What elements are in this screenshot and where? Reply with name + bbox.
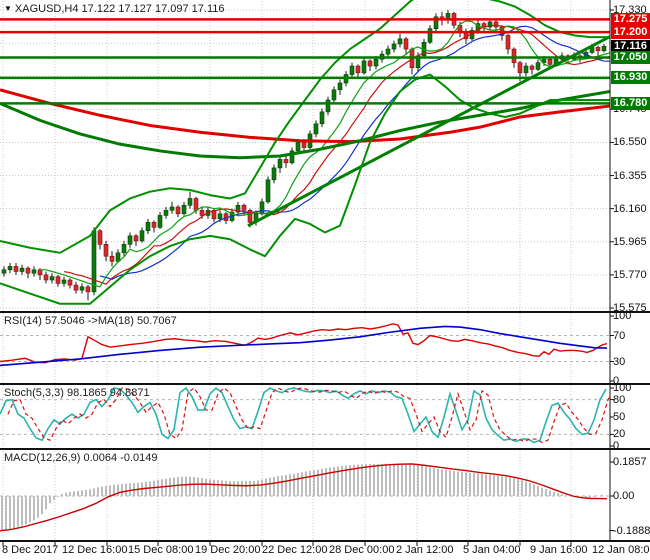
price-axis-tick: 15.965 (613, 235, 647, 248)
stoch-axis-tick: 80 (613, 393, 626, 406)
time-axis-label: 15 Dec 08:00 (128, 544, 194, 556)
ma-slow-red (0, 88, 610, 144)
macd-signal (0, 463, 608, 532)
time-axis-label: 19 Dec 20:00 (195, 544, 261, 556)
bollinger-upper (0, 0, 610, 254)
stoch-axis-tick: 0 (613, 440, 620, 452)
time-axis-label: 12 Dec 16:00 (62, 544, 128, 556)
support-resistance-lines (0, 18, 610, 105)
time-axis-label: 9 Jan 16:00 (530, 544, 588, 556)
chart-title: XAGUSD,H4 17.122 17.127 17.097 17.116 (14, 3, 225, 15)
chart-window: ▼ XAGUSD,H4 17.122 17.127 17.097 17.116 R… (0, 0, 650, 560)
time-axis-label: 22 Dec 12:00 (262, 544, 328, 556)
panel-separator[interactable] (0, 311, 650, 313)
macd-axis-tick: -0.1888 (613, 524, 650, 537)
price-badge-resistance: 17.275 (611, 12, 650, 26)
price-axis-tick: 15.770 (613, 268, 647, 281)
rsi-indicator-label: RSI(14) 57.5046 ->MA(18) 50.7067 (4, 315, 177, 327)
price-axis-tick: 16.160 (613, 202, 647, 215)
panel-separator[interactable] (0, 383, 650, 385)
stoch-axis-tick: 100 (613, 382, 632, 394)
macd-axis-tick: 0.1857 (613, 456, 647, 469)
panel-separator[interactable] (0, 540, 650, 542)
panel-separator[interactable] (0, 448, 650, 450)
price-badge-support: 17.050 (611, 51, 650, 65)
stoch-axis-tick: 50 (613, 411, 626, 423)
time-axis-label: 12 Jan 08:00 (592, 544, 650, 556)
time-axis-label: 2 Jan 12:00 (396, 544, 454, 556)
rsi-MA(18) (0, 325, 608, 367)
stoch-indicator-label: Stoch(5,3,3) 98.1865 94.8871 (4, 387, 150, 399)
main-horizontal-gridlines (0, 9, 610, 309)
price-badge-support: 16.780 (611, 96, 650, 110)
candlesticks (1, 10, 607, 301)
stoch-axis-tick: 20 (613, 428, 626, 441)
time-axis-label: 5 Jan 04:00 (463, 544, 521, 556)
chart-canvas[interactable] (0, 0, 650, 560)
panel-frame (0, 0, 650, 546)
symbol-dropdown-icon[interactable]: ▼ (4, 4, 12, 13)
trendline (247, 34, 610, 227)
alligator-lines (40, 20, 610, 288)
rsi-axis-tick: 70 (613, 329, 626, 342)
macd-indicator-label: MACD(12,26,9) 0.0064 -0.0149 (4, 452, 158, 464)
time-axis-label: 8 Dec 2017 (2, 544, 59, 556)
rsi-axis-tick: 100 (613, 310, 632, 322)
price-badge-support: 16.930 (611, 71, 650, 85)
time-axis-label: 28 Dec 00:00 (329, 544, 395, 556)
rsi-axis-tick: 30 (613, 355, 626, 368)
price-badge-resistance: 17.200 (611, 25, 650, 39)
macd-panel (0, 463, 610, 532)
price-axis-tick: 16.550 (613, 136, 647, 149)
chart-title-bar: ▼ XAGUSD,H4 17.122 17.127 17.097 17.116 (4, 3, 224, 15)
price-axis-tick: 16.355 (613, 169, 647, 182)
macd-axis-tick: 0.00 (613, 490, 635, 502)
rsi-panel (0, 323, 610, 367)
